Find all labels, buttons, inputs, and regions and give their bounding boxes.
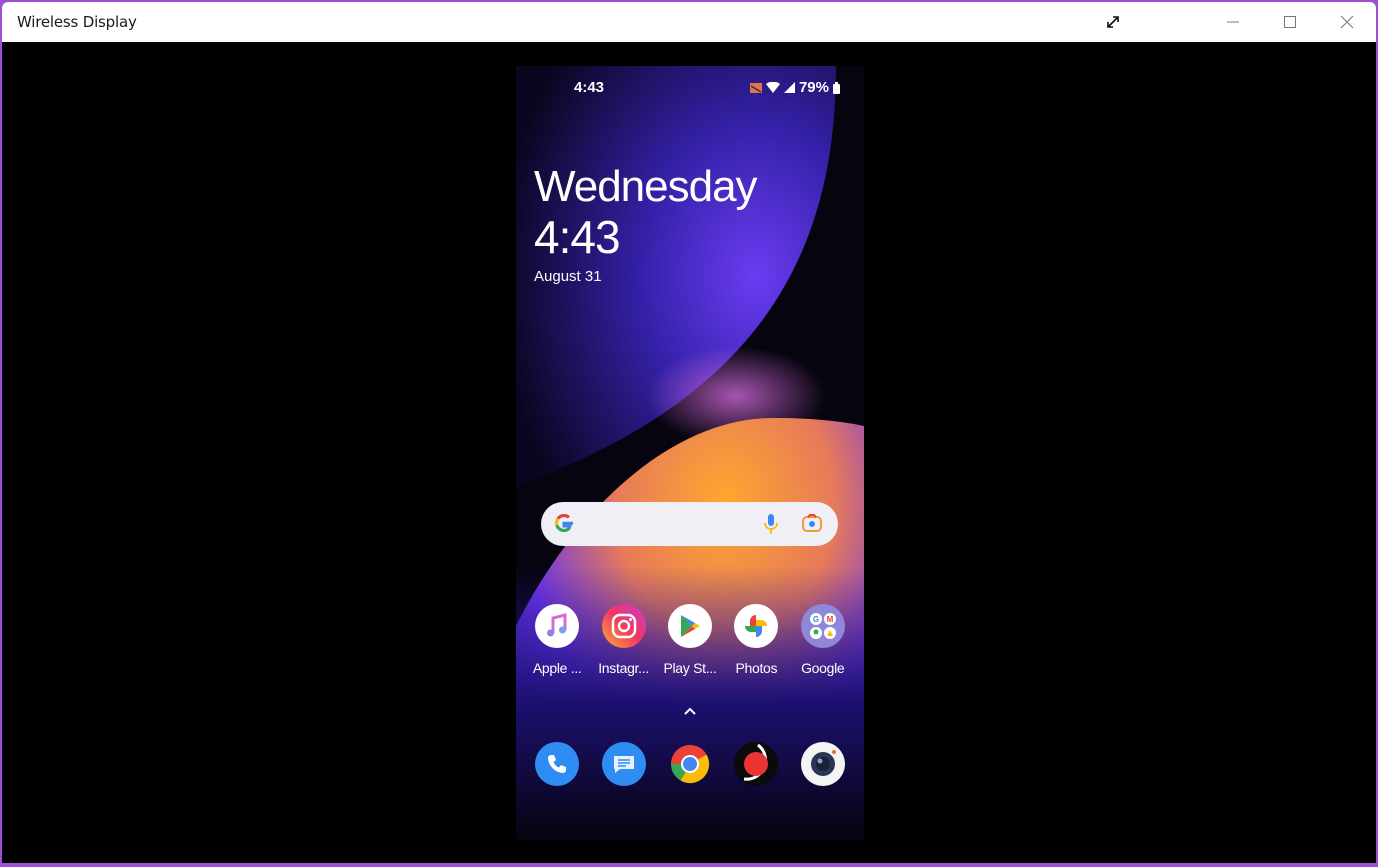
dock-messages[interactable]	[593, 742, 655, 786]
dock-chrome[interactable]	[659, 742, 721, 786]
app-instagram[interactable]: Instagr...	[593, 604, 655, 676]
app-drawer-handle[interactable]	[680, 704, 700, 722]
phone-icon	[535, 742, 580, 786]
dock-camera[interactable]	[792, 742, 854, 786]
svg-text:G: G	[813, 615, 819, 624]
app-photos[interactable]: Photos	[725, 604, 787, 676]
status-bar: 4:43 79%	[516, 78, 864, 98]
close-button[interactable]	[1324, 2, 1370, 42]
app-label: Photos	[735, 660, 778, 676]
chevron-up-icon	[684, 707, 696, 715]
apple-music-icon	[535, 604, 580, 648]
app-play-store[interactable]: Play St...	[659, 604, 721, 676]
google-g-icon	[555, 513, 573, 533]
app-row: Apple ... Instagr... Play St... Photos G…	[516, 604, 864, 676]
instagram-icon	[601, 604, 646, 648]
phone-screen[interactable]: 4:43 79% Wednesday 4:43 August 31 Apple …	[516, 66, 864, 840]
photos-icon	[734, 604, 779, 648]
clock-time: 4:43	[534, 211, 621, 263]
battery-percent: 79%	[798, 79, 829, 96]
expand-icon	[1107, 16, 1119, 28]
app-label: Google	[801, 660, 845, 676]
signal-icon	[783, 82, 795, 93]
close-icon	[1340, 15, 1354, 29]
status-time: 4:43	[574, 79, 605, 96]
camera-icon	[800, 742, 845, 786]
messages-icon	[601, 742, 646, 786]
cast-icon	[749, 82, 762, 93]
minimize-icon	[1227, 21, 1239, 23]
wireless-display-window: Wireless Display 4:43 79% Wednesday 4:43…	[2, 2, 1376, 863]
clock-day: Wednesday	[534, 162, 758, 211]
clock-date: August 31	[534, 268, 602, 285]
app-label: Apple ...	[532, 660, 582, 676]
svg-text:M: M	[826, 615, 833, 624]
app-label: Play St...	[663, 660, 717, 676]
app-google-folder[interactable]: GM Google	[792, 604, 854, 676]
expand-button[interactable]	[1090, 2, 1136, 42]
clock-widget[interactable]: Wednesday 4:43 August 31	[534, 162, 758, 285]
battery-icon	[833, 81, 840, 94]
minimize-button[interactable]	[1210, 2, 1256, 42]
mic-icon[interactable]	[764, 513, 778, 535]
dock-recorder[interactable]	[725, 742, 787, 786]
lens-icon[interactable]	[802, 514, 822, 532]
wifi-icon	[765, 82, 780, 93]
dock	[516, 742, 864, 786]
dock-phone[interactable]	[526, 742, 588, 786]
title-bar[interactable]: Wireless Display	[2, 2, 1376, 42]
play-store-icon	[667, 604, 712, 648]
window-title: Wireless Display	[17, 13, 137, 31]
google-folder-icon: GM	[800, 604, 845, 648]
recorder-icon	[734, 742, 779, 786]
chrome-icon	[668, 742, 712, 786]
maximize-icon	[1284, 16, 1296, 28]
google-search-bar[interactable]	[541, 502, 838, 546]
maximize-button[interactable]	[1267, 2, 1313, 42]
app-apple-music[interactable]: Apple ...	[526, 604, 588, 676]
app-label: Instagr...	[598, 660, 649, 676]
